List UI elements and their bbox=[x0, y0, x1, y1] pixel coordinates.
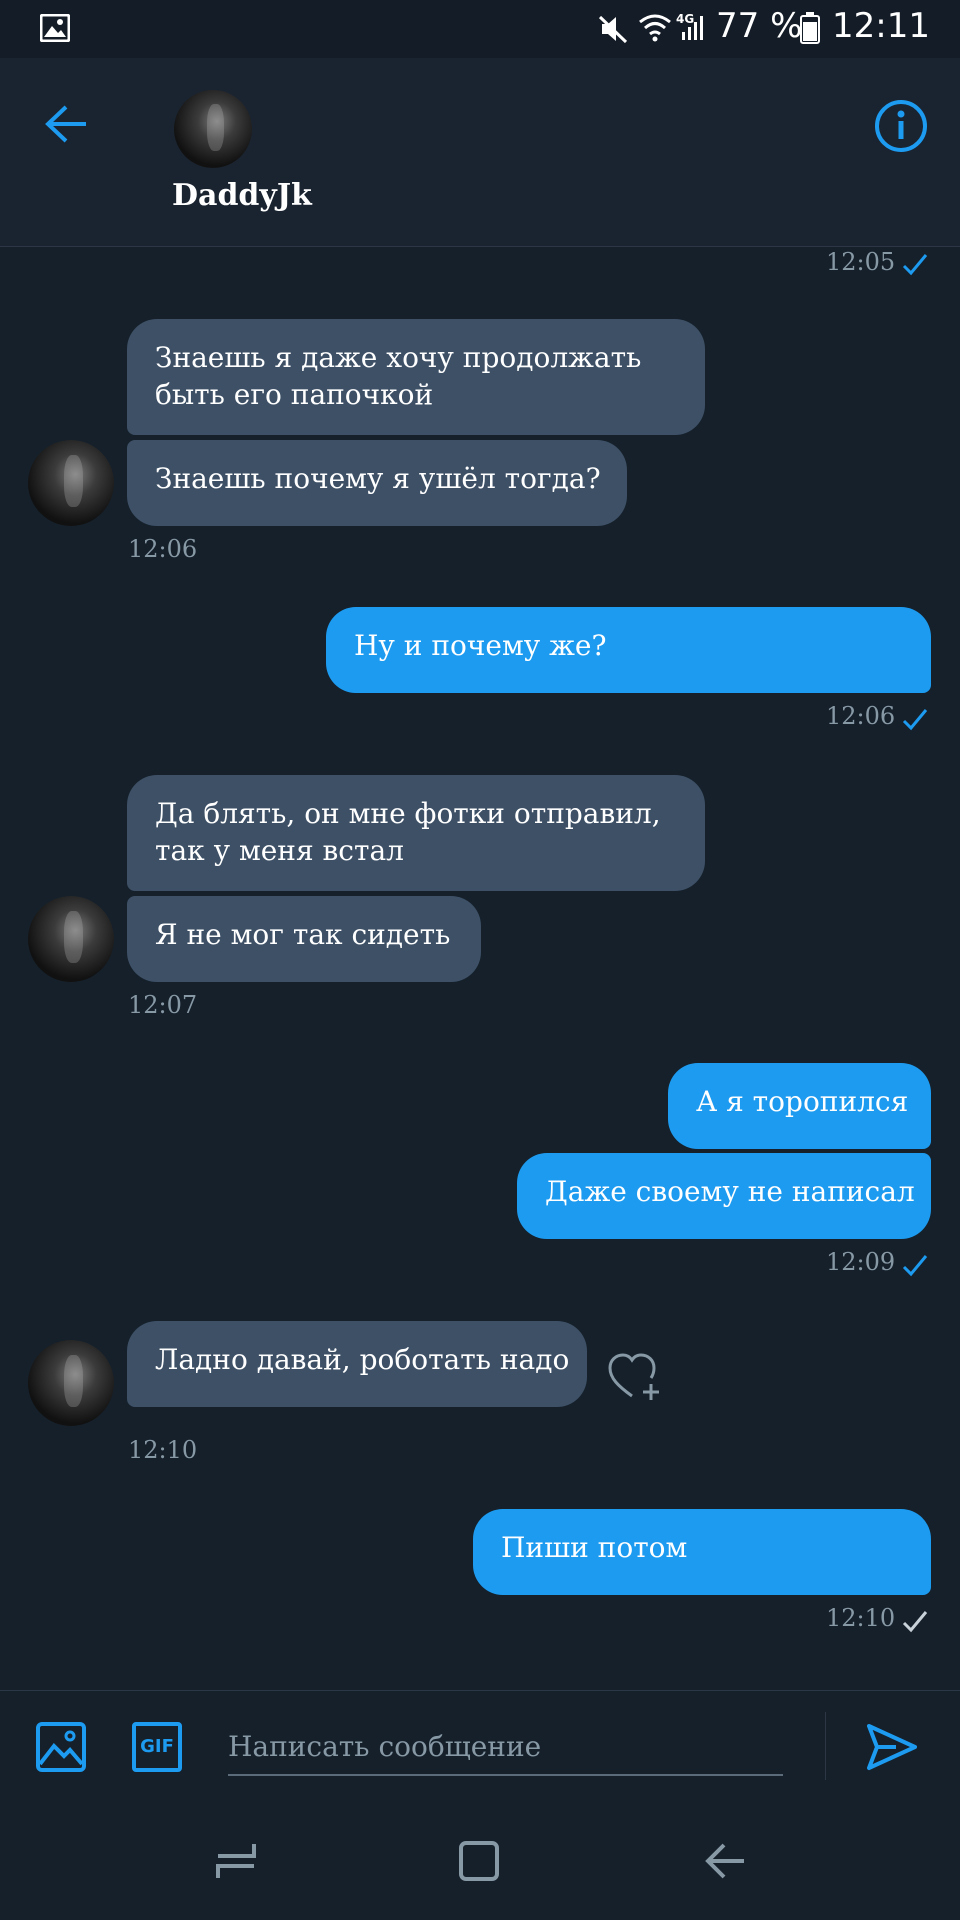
contact-avatar[interactable] bbox=[174, 90, 252, 168]
incoming-message[interactable]: Знаешь я даже хочу продолжать быть его п… bbox=[127, 319, 705, 435]
message-text: Знаешь я даже хочу продолжать bbox=[155, 341, 642, 374]
sent-check-icon bbox=[902, 1611, 928, 1633]
outgoing-message[interactable]: Пиши потом bbox=[473, 1509, 931, 1595]
contact-name[interactable]: DaddyJk bbox=[172, 178, 312, 213]
outgoing-message[interactable]: Ну и почему же? bbox=[326, 607, 931, 693]
status-bar: 4G 77 % 12:11 bbox=[0, 0, 960, 58]
incoming-message[interactable]: Да блять, он мне фотки отправил, так у м… bbox=[127, 775, 705, 891]
clock: 12:11 bbox=[832, 6, 930, 46]
sender-avatar[interactable] bbox=[28, 1340, 114, 1426]
battery-percent: 77 % bbox=[716, 6, 803, 46]
incoming-message[interactable]: Я не мог так сидеть bbox=[127, 896, 481, 982]
message-timestamp: 12:09 bbox=[826, 1248, 896, 1276]
image-attach-icon[interactable] bbox=[36, 1722, 86, 1772]
back-arrow-icon[interactable] bbox=[44, 104, 88, 144]
composer-divider bbox=[825, 1712, 826, 1780]
read-check-icon bbox=[902, 1255, 928, 1277]
incoming-message[interactable]: Знаешь почему я ушёл тогда? bbox=[127, 440, 627, 526]
gif-button[interactable]: GIF bbox=[132, 1722, 182, 1772]
wifi-icon bbox=[639, 14, 671, 42]
info-icon[interactable] bbox=[874, 99, 928, 153]
battery-icon bbox=[800, 12, 820, 44]
sender-avatar[interactable] bbox=[28, 440, 114, 526]
message-input[interactable] bbox=[228, 1718, 783, 1776]
gallery-notification-icon bbox=[40, 14, 70, 42]
outgoing-message[interactable]: А я торопился bbox=[668, 1063, 931, 1149]
message-timestamp: 12:05 bbox=[826, 248, 896, 276]
incoming-message[interactable]: Ладно давай, роботать надо bbox=[127, 1321, 587, 1407]
home-icon[interactable] bbox=[458, 1840, 500, 1882]
outgoing-message[interactable]: Даже своему не написал bbox=[517, 1153, 931, 1239]
read-check-icon bbox=[902, 709, 928, 731]
message-text: так у меня встал bbox=[155, 834, 404, 867]
message-timestamp: 12:07 bbox=[128, 991, 198, 1019]
message-timestamp: 12:06 bbox=[826, 702, 896, 730]
read-check-icon bbox=[902, 254, 928, 276]
like-heart-plus-icon[interactable] bbox=[608, 1352, 666, 1402]
message-timestamp: 12:10 bbox=[128, 1436, 198, 1464]
sender-avatar[interactable] bbox=[28, 896, 114, 982]
message-text: Да блять, он мне фотки отправил, bbox=[155, 797, 661, 830]
message-text: быть его папочкой bbox=[155, 378, 434, 411]
message-timestamp: 12:10 bbox=[826, 1604, 896, 1632]
message-timestamp: 12:06 bbox=[128, 535, 198, 563]
mute-icon bbox=[598, 15, 628, 44]
conversation-header bbox=[0, 58, 960, 247]
send-icon[interactable] bbox=[866, 1722, 918, 1772]
system-back-icon[interactable] bbox=[704, 1842, 746, 1880]
signal-icon bbox=[682, 16, 703, 40]
recent-apps-icon[interactable] bbox=[214, 1840, 258, 1882]
